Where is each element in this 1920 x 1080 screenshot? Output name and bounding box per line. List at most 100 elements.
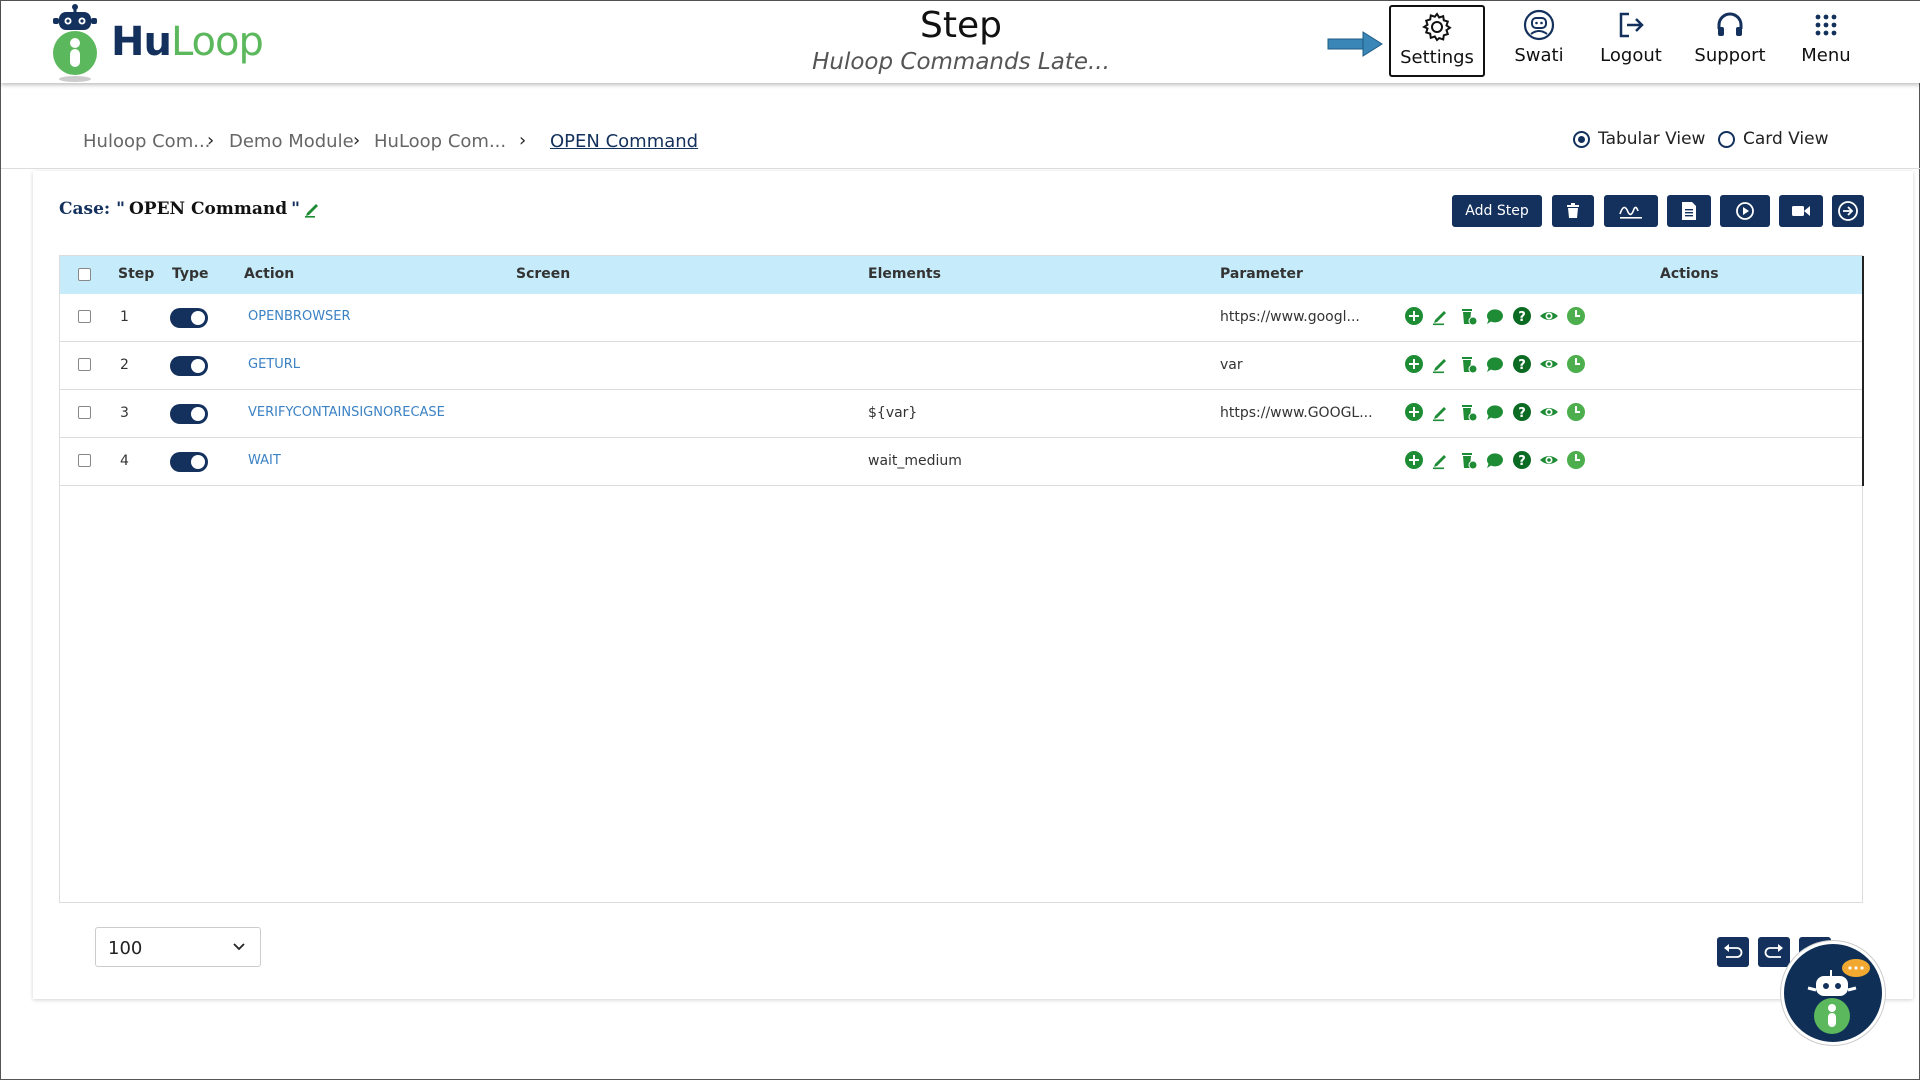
row-checkbox[interactable] <box>78 406 91 419</box>
row-help-icon[interactable]: ? <box>1512 354 1532 374</box>
row-clock-icon[interactable] <box>1566 354 1586 374</box>
table-row[interactable]: 3 VERIFYCONTAINSIGNORECASE ${var} https://w… <box>60 390 1864 438</box>
header-elements: Elements <box>868 266 941 282</box>
row-elements: ${var} <box>868 405 918 421</box>
row-delete-icon[interactable] <box>1458 450 1478 470</box>
settings-button[interactable]: Settings <box>1389 5 1485 77</box>
logout-button[interactable]: Logout <box>1583 5 1679 77</box>
row-add-icon[interactable] <box>1404 402 1424 422</box>
row-clock-icon[interactable] <box>1566 402 1586 422</box>
header-type: Type <box>172 266 209 282</box>
tabular-view-radio[interactable]: Tabular View <box>1573 129 1705 149</box>
row-delete-icon[interactable] <box>1458 354 1478 374</box>
table-row[interactable]: 4 WAIT wait_medium? <box>60 438 1864 486</box>
row-type-toggle[interactable] <box>170 404 208 424</box>
row-action-icons: ? <box>1404 306 1586 326</box>
breadcrumb-item-current[interactable]: OPEN Command <box>550 131 698 152</box>
logo-loop: Loop <box>170 19 264 65</box>
row-parameter: https://www.GOOGL... <box>1220 405 1373 421</box>
steps-card: Case: " OPEN Command " Add Step Step Typ… <box>33 171 1913 999</box>
row-type-toggle[interactable] <box>170 452 208 472</box>
table-row[interactable]: 2 GETURL var? <box>60 342 1864 390</box>
video-camera-icon <box>1792 206 1810 216</box>
row-add-icon[interactable] <box>1404 450 1424 470</box>
logo-hu: Hu <box>111 19 172 65</box>
row-clock-icon[interactable] <box>1566 306 1586 326</box>
huloop-logo[interactable]: HuLoop <box>45 1 265 83</box>
row-action-link[interactable]: WAIT <box>248 453 281 468</box>
chatbot-launcher[interactable] <box>1781 941 1885 1045</box>
row-action-link[interactable]: VERIFYCONTAINSIGNORECASE <box>248 405 445 420</box>
row-add-icon[interactable] <box>1404 306 1424 326</box>
user-profile-button[interactable]: Swati <box>1491 5 1587 77</box>
case-name: OPEN Command <box>128 199 288 219</box>
grid-menu-icon <box>1815 14 1837 36</box>
record-video-button[interactable] <box>1779 195 1823 227</box>
gear-icon <box>1422 12 1452 42</box>
row-help-icon[interactable]: ? <box>1512 450 1532 470</box>
trash-icon <box>1567 203 1579 218</box>
signature-button[interactable] <box>1604 195 1658 227</box>
run-button[interactable] <box>1720 195 1770 227</box>
row-comment-icon[interactable] <box>1485 354 1505 374</box>
header-step: Step <box>118 266 155 282</box>
header-screen: Screen <box>516 266 571 282</box>
row-type-toggle[interactable] <box>170 308 208 328</box>
navigate-next-button[interactable] <box>1832 195 1864 227</box>
arrow-right-circle-icon <box>1838 201 1858 221</box>
document-button[interactable] <box>1667 195 1711 227</box>
row-add-icon[interactable] <box>1404 354 1424 374</box>
delete-button[interactable] <box>1552 195 1594 227</box>
row-checkbox[interactable] <box>78 358 91 371</box>
row-comment-icon[interactable] <box>1485 402 1505 422</box>
row-parameter: https://www.googl... <box>1220 309 1360 325</box>
row-step-number: 2 <box>120 357 129 373</box>
card-view-radio[interactable]: Card View <box>1718 129 1829 149</box>
row-type-toggle[interactable] <box>170 356 208 376</box>
row-elements: wait_medium <box>868 453 962 469</box>
row-checkbox[interactable] <box>78 310 91 323</box>
row-action-link[interactable]: OPENBROWSER <box>248 309 351 324</box>
table-row[interactable]: 1 OPENBROWSER https://www.googl...? <box>60 294 1864 342</box>
row-help-icon[interactable]: ? <box>1512 402 1532 422</box>
breadcrumb: Huloop Com... › Demo Module › HuLoop Com… <box>1 117 1920 169</box>
undo-icon <box>1724 944 1743 958</box>
row-delete-icon[interactable] <box>1458 402 1478 422</box>
row-checkbox[interactable] <box>78 454 91 467</box>
row-eye-icon[interactable] <box>1539 306 1559 326</box>
breadcrumb-separator-icon: › <box>519 130 527 151</box>
row-comment-icon[interactable] <box>1485 450 1505 470</box>
undo-button[interactable] <box>1717 937 1749 967</box>
row-eye-icon[interactable] <box>1539 402 1559 422</box>
support-button[interactable]: Support <box>1682 5 1778 77</box>
row-eye-icon[interactable] <box>1539 354 1559 374</box>
row-comment-icon[interactable] <box>1485 306 1505 326</box>
menu-button[interactable]: Menu <box>1778 5 1874 77</box>
row-edit-icon[interactable] <box>1431 306 1451 326</box>
tabular-view-label: Tabular View <box>1598 129 1706 149</box>
row-edit-icon[interactable] <box>1431 450 1451 470</box>
select-all-checkbox[interactable] <box>78 268 91 281</box>
breadcrumb-item-suite[interactable]: HuLoop Com... <box>374 131 506 152</box>
steps-table: Step Type Action Screen Elements Paramet… <box>59 255 1864 903</box>
row-eye-icon[interactable] <box>1539 450 1559 470</box>
row-edit-icon[interactable] <box>1431 354 1451 374</box>
case-suffix: " <box>291 199 300 219</box>
page-size-select[interactable]: 100 <box>95 927 261 967</box>
header-action: Action <box>244 266 295 282</box>
row-action-icons: ? <box>1404 354 1586 374</box>
play-circle-icon <box>1736 202 1754 220</box>
row-help-icon[interactable]: ? <box>1512 306 1532 326</box>
case-prefix: Case: " <box>59 199 125 219</box>
robot-logo-icon <box>53 4 97 82</box>
row-delete-icon[interactable] <box>1458 306 1478 326</box>
row-clock-icon[interactable] <box>1566 450 1586 470</box>
svg-text:?: ? <box>1518 406 1526 421</box>
breadcrumb-item-project[interactable]: Huloop Com... <box>83 131 210 152</box>
add-step-button[interactable]: Add Step <box>1452 195 1542 227</box>
row-step-number: 3 <box>120 405 129 421</box>
row-action-link[interactable]: GETURL <box>248 357 300 372</box>
breadcrumb-item-module[interactable]: Demo Module <box>229 131 354 152</box>
edit-case-icon[interactable] <box>304 200 322 218</box>
row-edit-icon[interactable] <box>1431 402 1451 422</box>
